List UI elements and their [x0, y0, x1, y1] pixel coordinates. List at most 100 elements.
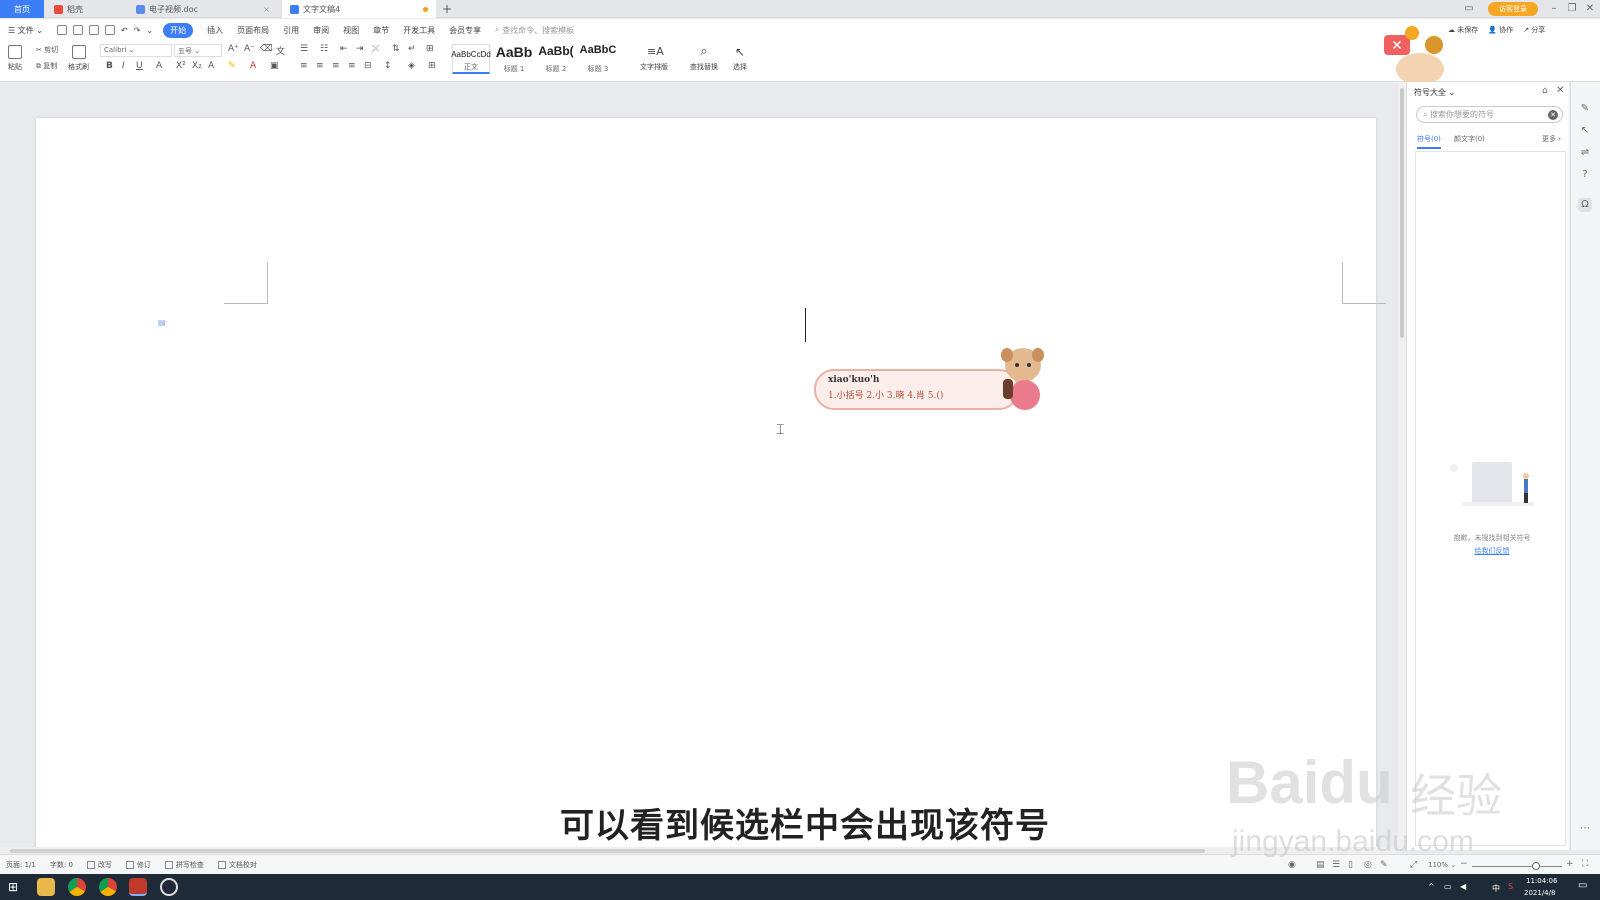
window-switch-icon[interactable]: ▭ [1462, 2, 1476, 16]
highlight-icon[interactable]: ✎ [228, 61, 236, 71]
menu-tab-home[interactable]: 开始 [163, 22, 194, 38]
numbered-list-icon[interactable]: ☷ [320, 44, 328, 54]
menu-tab-layout[interactable]: 页面布局 [237, 25, 269, 36]
close-panel-icon[interactable]: ✕ [1556, 85, 1564, 96]
symbol-search-input[interactable]: ⌕ 搜索你想要的符号 ✕ [1416, 106, 1563, 123]
sort-icon[interactable]: ⇅ [392, 44, 400, 54]
restore-icon[interactable]: ❐ [1565, 2, 1579, 16]
windows-start-icon[interactable]: ⊞ [8, 880, 18, 894]
fullscreen-icon[interactable]: ⛶ [1582, 859, 1588, 869]
find-replace-button[interactable]: ⌕ 查找替换 [690, 45, 718, 72]
font-color-icon[interactable]: A [250, 61, 256, 71]
close-window-icon[interactable]: ✕ [1583, 2, 1597, 16]
minimize-icon[interactable]: – [1547, 2, 1561, 16]
char-border-icon[interactable]: ▣ [270, 61, 279, 71]
help-icon[interactable]: ? [1578, 168, 1592, 182]
paragraph-layout-icon[interactable]: ▤· [158, 318, 168, 327]
chrome-icon-2[interactable] [99, 878, 117, 896]
align-left-icon[interactable]: ≡ [300, 61, 308, 71]
justify-icon[interactable]: ≡ [348, 61, 356, 71]
spellcheck-toggle[interactable]: 拼写检查 [164, 860, 204, 870]
collab-button[interactable]: 👤 协作 [1488, 25, 1513, 35]
export-icon[interactable] [72, 25, 83, 35]
zoom-slider-knob[interactable] [1532, 862, 1540, 870]
copy-button[interactable]: ⧉ 复制 [36, 61, 57, 71]
file-explorer-icon[interactable] [37, 878, 55, 896]
menu-tab-review[interactable]: 审阅 [313, 25, 329, 36]
menu-tab-view[interactable]: 视图 [343, 25, 359, 36]
chrome-icon[interactable] [68, 878, 86, 896]
tab-symbols[interactable]: 符号(0) [1417, 134, 1441, 149]
cartoon-sticker-icon[interactable]: ✕ [1378, 25, 1454, 87]
pin-icon[interactable]: ⌂ [1542, 86, 1548, 96]
print-icon[interactable] [88, 25, 99, 35]
superscript-icon[interactable]: X² [176, 61, 186, 71]
clear-format-icon[interactable]: ⌫ [260, 44, 273, 54]
symbol-panel-title[interactable]: 符号大全 ⌄ [1414, 87, 1455, 98]
proofread-button[interactable]: 文档校对 [217, 860, 257, 870]
customize-icon[interactable]: ⌄ [146, 26, 153, 35]
cut-button[interactable]: ✂ 剪切 [36, 45, 58, 55]
tab-daoke[interactable]: 稻壳 [46, 0, 126, 18]
underline-icon[interactable]: U [136, 61, 143, 71]
font-name-select[interactable]: Calibri ⌄ [100, 44, 172, 57]
eye-protect-icon[interactable]: ◉ [1288, 860, 1296, 870]
edit-icon[interactable]: ✎ [1578, 102, 1592, 116]
font-size-select[interactable]: 五号 ⌄ [174, 44, 222, 57]
vertical-scroll-thumb[interactable] [1400, 88, 1404, 338]
subscript-icon[interactable]: X₂ [192, 61, 202, 71]
undo-icon[interactable]: ↶ [121, 26, 128, 35]
tab-kaomoji[interactable]: 颜文字(0) [1454, 134, 1485, 144]
obs-icon[interactable] [160, 878, 178, 896]
horizontal-scroll-thumb[interactable] [10, 849, 1205, 853]
menu-tab-section[interactable]: 章节 [373, 25, 389, 36]
format-painter-button[interactable]: 格式刷 [68, 45, 89, 72]
menu-tab-member[interactable]: 会员专享 [449, 25, 481, 36]
wps-icon[interactable] [129, 878, 147, 896]
text-layout-button[interactable]: ≡A 文字排版 [640, 45, 668, 72]
grow-font-icon[interactable]: A⁺ [228, 44, 239, 54]
table-icon[interactable]: ⊞ [426, 44, 434, 54]
tab-document-2[interactable]: 文字文稿4 [282, 0, 436, 18]
document-page[interactable] [36, 118, 1386, 850]
save-icon[interactable] [56, 25, 67, 35]
chinese-layout-icon[interactable]: ⤬ [372, 44, 379, 54]
increase-indent-icon[interactable]: ⇥ [356, 44, 364, 54]
tray-arrow-icon[interactable]: ^ [1428, 882, 1435, 891]
web-view-icon[interactable]: ◎ [1364, 860, 1372, 870]
page-count[interactable]: 页面: 1/1 [6, 860, 36, 870]
decrease-indent-icon[interactable]: ⇤ [340, 44, 348, 54]
phonetic-icon[interactable]: 文 [276, 44, 285, 57]
reading-view-icon[interactable]: ▯ [1348, 860, 1353, 870]
clock-time[interactable]: 11:04:06 [1526, 877, 1557, 885]
select-button[interactable]: ↖ 选择 [733, 45, 747, 72]
symbol-panel-icon[interactable]: Ω [1578, 198, 1592, 212]
tab-document-1[interactable]: 电子视频.doc × [128, 0, 278, 18]
command-search[interactable]: ⌕ 查找命令、搜索模板 [495, 25, 574, 36]
adjust-icon[interactable]: ⇌ [1578, 146, 1592, 160]
italic-icon[interactable]: I [122, 61, 125, 71]
menu-tab-developer[interactable]: 开发工具 [403, 25, 435, 36]
text-effect-icon[interactable]: A [208, 61, 214, 71]
redo-icon[interactable]: ↷ [134, 26, 141, 35]
network-icon[interactable]: ▭ [1444, 882, 1452, 891]
zoom-slider[interactable] [1472, 866, 1562, 867]
shading-icon[interactable]: ◈ [408, 61, 415, 71]
notification-icon[interactable]: ▭ [1578, 880, 1587, 891]
page-view-icon[interactable]: ▤ [1316, 860, 1325, 870]
style-heading-2[interactable]: AaBb( 标题 2 [536, 44, 576, 74]
visitor-login-button[interactable]: 访客登录 [1488, 2, 1538, 16]
clear-search-icon[interactable]: ✕ [1548, 109, 1558, 120]
file-menu[interactable]: ☰ 文件 ⌄ [8, 25, 43, 36]
show-marks-icon[interactable]: ↵ [408, 44, 416, 54]
zoom-level[interactable]: 110% ⌄ [1428, 861, 1456, 869]
style-normal[interactable]: AaBbCcDd 正文 [451, 44, 491, 74]
fit-page-icon[interactable]: ⤢ [1410, 860, 1417, 870]
outline-view-icon[interactable]: ☰ [1332, 860, 1340, 870]
print-preview-icon[interactable] [104, 25, 115, 35]
menu-tab-references[interactable]: 引用 [283, 25, 299, 36]
bullet-list-icon[interactable]: ☰ [300, 44, 308, 54]
line-spacing-icon[interactable]: ↕ [384, 61, 392, 71]
volume-icon[interactable]: ◀ [1460, 882, 1466, 891]
select-icon[interactable]: ↖ [1578, 124, 1592, 138]
